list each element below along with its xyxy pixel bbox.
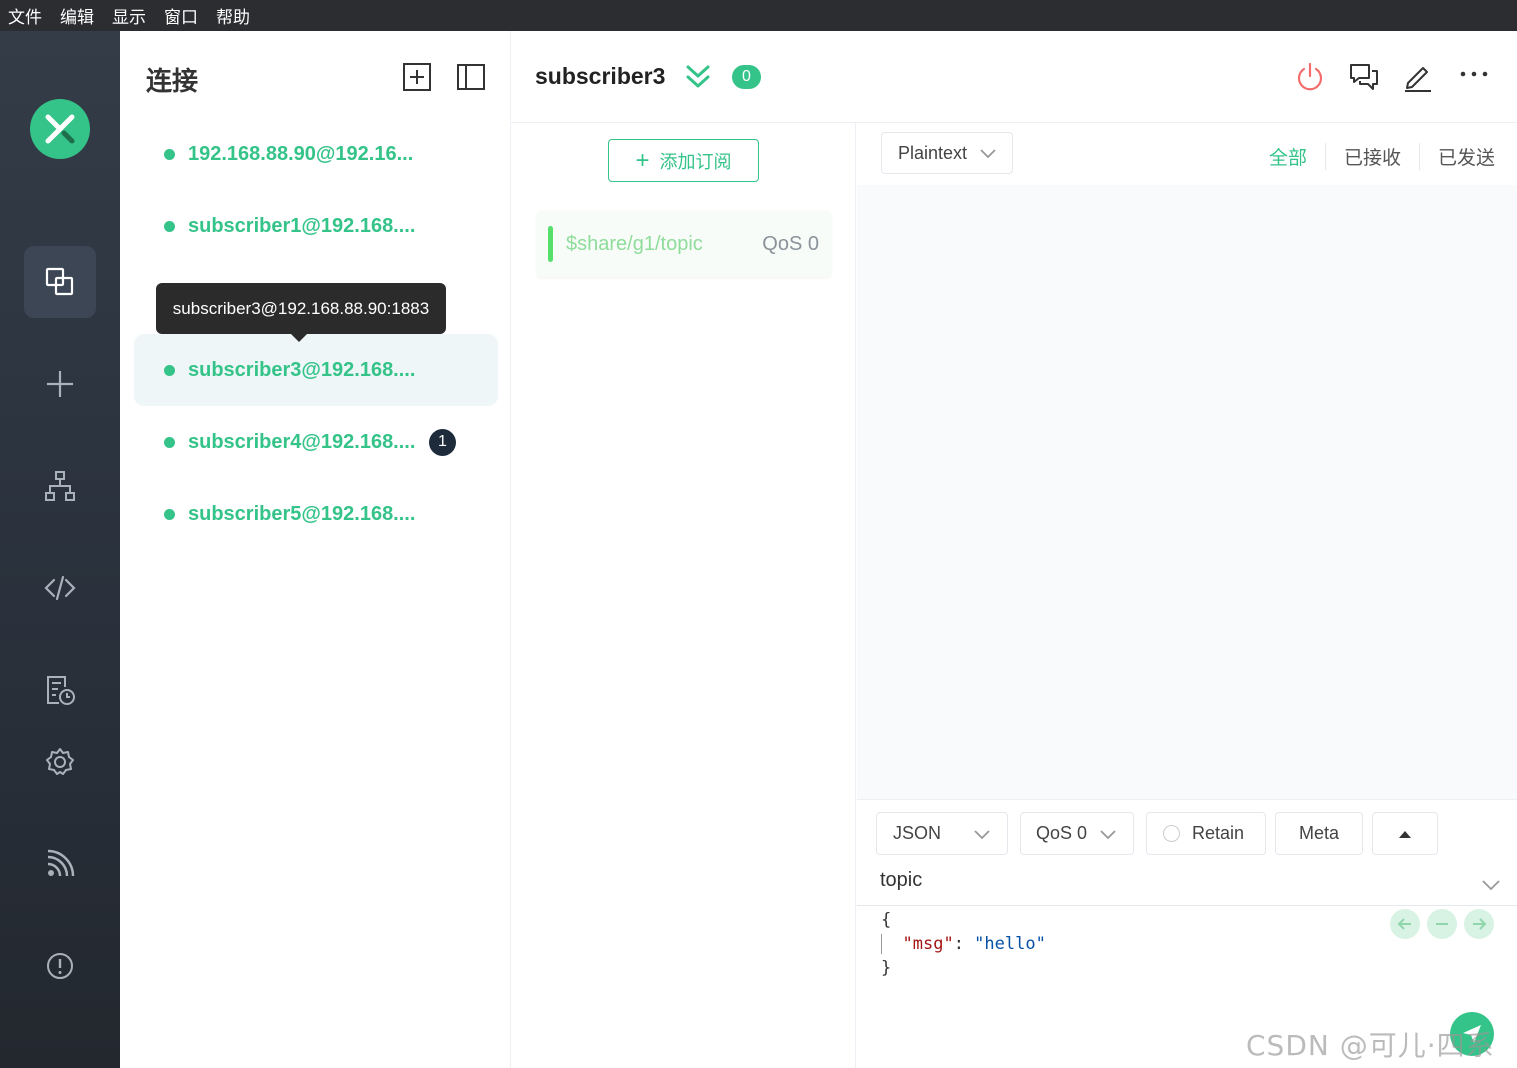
connection-label: subscriber5@192.168.... — [188, 502, 416, 525]
plus-icon — [47, 371, 73, 397]
menu-help[interactable]: 帮助 — [216, 3, 250, 28]
script-icon — [44, 575, 76, 601]
minus-icon — [1436, 923, 1448, 925]
chat-icon[interactable] — [1348, 61, 1380, 93]
connections-icon — [45, 267, 74, 296]
nav-about[interactable] — [24, 930, 96, 1002]
retain-label: Retain — [1192, 823, 1245, 843]
message-format-value: Plaintext — [898, 142, 968, 163]
menu-edit[interactable]: 编辑 — [60, 3, 94, 28]
filter-sent[interactable]: 已发送 — [1418, 143, 1495, 170]
power-icon[interactable] — [1294, 61, 1326, 93]
payload-format-select[interactable]: JSON — [876, 812, 1008, 855]
payload-line-open: { — [881, 910, 892, 930]
gear-icon — [46, 748, 74, 775]
connection-label: 192.168.88.90@192.16... — [188, 142, 414, 165]
new-connection-icon[interactable] — [402, 62, 432, 92]
toggle-sidebar-icon[interactable] — [456, 62, 486, 92]
caret-up-icon — [1399, 830, 1411, 838]
history-next-button[interactable] — [1464, 909, 1494, 939]
info-icon — [47, 953, 73, 979]
history-clear-button[interactable] — [1427, 909, 1457, 939]
qos-value: QoS 0 — [1036, 823, 1088, 843]
connection-item[interactable]: subscriber4@192.168.... 1 — [134, 406, 498, 478]
filter-received[interactable]: 已接收 — [1324, 143, 1419, 170]
history-prev-button[interactable] — [1390, 909, 1420, 939]
status-dot — [164, 436, 175, 448]
message-filter-tabs: 全部 已接收 已发送 — [1251, 143, 1495, 170]
chevron-down-icon[interactable] — [1481, 874, 1501, 894]
message-toolbar: Plaintext 全部 已接收 已发送 — [857, 123, 1517, 185]
meta-button[interactable]: Meta — [1275, 812, 1363, 855]
connection-label: subscriber3@192.168.... — [188, 358, 416, 381]
left-nav — [0, 31, 120, 1068]
watermark-text: CSDN @可儿·四系桜 — [1246, 1029, 1495, 1062]
chevron-down-icon — [980, 149, 996, 159]
payload-line-close: } — [881, 958, 892, 978]
arrow-left-icon — [1397, 918, 1411, 930]
payload-key: "msg" — [902, 934, 954, 954]
connection-item-selected[interactable]: subscriber3@192.168.... — [134, 334, 498, 406]
payload-editor[interactable]: { "msg": "hello" } — [881, 908, 1046, 980]
add-subscription-label: 添加订阅 — [659, 151, 732, 172]
mqttx-logo-icon — [30, 99, 90, 159]
filter-all[interactable]: 全部 — [1251, 143, 1325, 170]
unread-badge: 1 — [429, 428, 456, 456]
status-dot — [164, 148, 175, 160]
connection-header: subscriber3 0 — [511, 31, 1517, 123]
more-icon[interactable] — [1458, 61, 1490, 93]
double-chevron-down-icon[interactable] — [685, 63, 711, 91]
menubar: 文件 编辑 显示 窗口 帮助 — [0, 0, 1517, 31]
indent-guide — [881, 934, 893, 954]
subscription-item[interactable]: $share/g1/topic QoS 0 — [537, 211, 831, 277]
menu-file[interactable]: 文件 — [8, 3, 42, 28]
connections-panel: 连接 192.168.88.90@192.16... subscriber1@1… — [120, 31, 511, 1068]
retain-radio — [1163, 825, 1180, 842]
nav-log[interactable] — [24, 654, 96, 726]
status-dot — [164, 508, 175, 520]
arrow-right-icon — [1473, 918, 1487, 930]
status-dot — [164, 220, 175, 232]
qos-select[interactable]: QoS 0 — [1020, 812, 1134, 855]
subscription-list: + 添加订阅 $share/g1/topic QoS 0 — [511, 123, 856, 1068]
meta-label: Meta — [1298, 823, 1340, 843]
connection-label: subscriber4@192.168.... — [188, 430, 416, 453]
log-icon — [47, 676, 75, 705]
nav-subscribe-feed[interactable] — [24, 828, 96, 900]
chevron-down-icon — [974, 829, 990, 839]
topic-input-row[interactable]: topic — [857, 858, 1517, 906]
edit-icon[interactable] — [1402, 61, 1434, 93]
subscription-topic: $share/g1/topic — [566, 233, 703, 255]
message-list: Plaintext 全部 已接收 已发送 — [857, 123, 1517, 799]
plus-icon: + — [635, 146, 650, 174]
payload-format-value: JSON — [893, 823, 942, 843]
connection-item[interactable]: subscriber1@192.168.... — [134, 190, 498, 262]
connection-label: subscriber1@192.168.... — [188, 214, 416, 237]
message-format-select[interactable]: Plaintext — [881, 132, 1013, 174]
nav-settings[interactable] — [24, 726, 96, 798]
expand-up-button[interactable] — [1372, 812, 1438, 855]
subscription-qos: QoS 0 — [762, 233, 819, 255]
add-subscription-button[interactable]: + 添加订阅 — [608, 139, 759, 182]
topic-input[interactable]: topic — [880, 869, 922, 892]
menu-view[interactable]: 显示 — [112, 3, 146, 28]
message-count-badge: 0 — [732, 65, 761, 89]
nav-script[interactable] — [24, 552, 96, 624]
nav-topology[interactable] — [24, 450, 96, 522]
rss-icon — [47, 849, 75, 877]
chevron-down-icon — [1100, 829, 1116, 839]
nav-connections[interactable] — [24, 246, 96, 318]
connection-item[interactable]: subscriber5@192.168.... — [134, 478, 498, 550]
connection-tooltip: subscriber3@192.168.88.90:1883 — [156, 283, 446, 342]
status-dot — [164, 364, 175, 376]
connection-title: subscriber3 — [535, 63, 666, 89]
payload-value: "hello" — [974, 934, 1046, 954]
retain-checkbox[interactable]: Retain — [1146, 812, 1266, 855]
topology-icon — [45, 471, 75, 501]
nav-new-connection[interactable] — [24, 348, 96, 420]
subscription-color-bar — [548, 226, 553, 262]
connection-item[interactable]: 192.168.88.90@192.16... — [134, 118, 498, 190]
connections-title: 连接 — [146, 66, 199, 96]
menu-window[interactable]: 窗口 — [164, 3, 198, 28]
